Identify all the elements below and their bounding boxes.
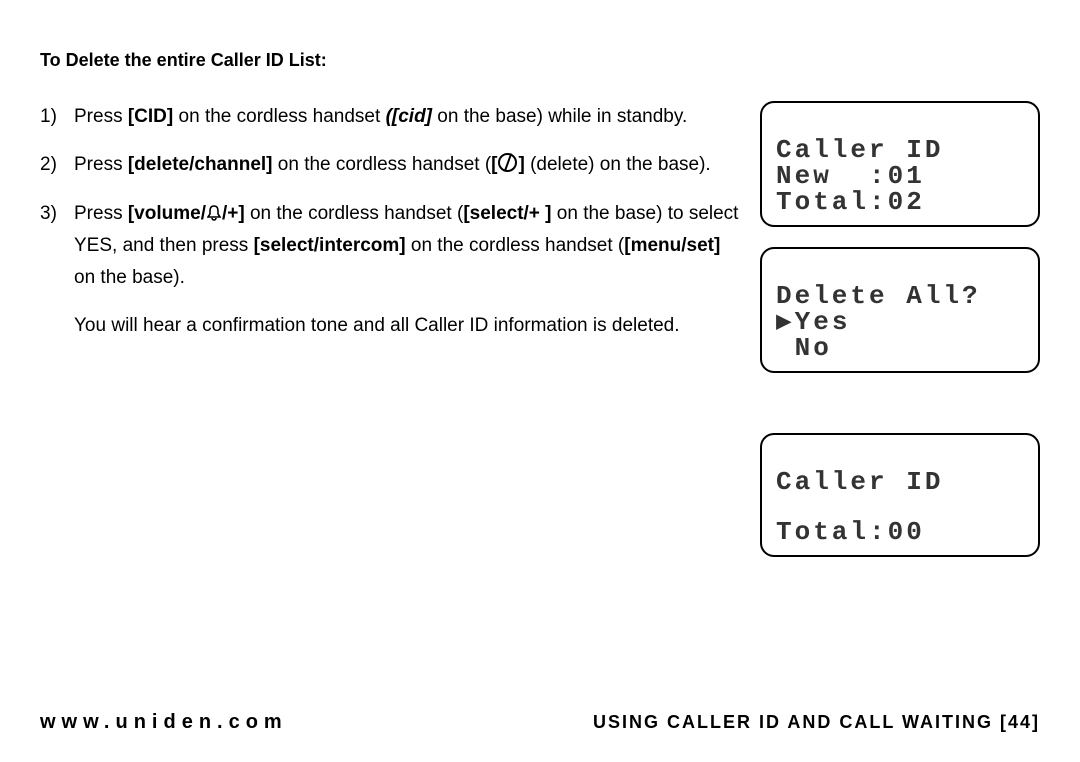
content-row: 1) Press [CID] on the cordless handset (… [40,101,1040,577]
text: on the cordless handset ( [273,154,492,175]
screens-column: Caller ID New :01 Total:02 Delete All? ▶… [740,101,1040,577]
steps-column: 1) Press [CID] on the cordless handset (… [40,101,740,343]
step-number: 1) [40,101,74,133]
key-label: [select/+ ] [463,203,551,224]
text: on the cordless handset [173,106,385,127]
key-label: [volume/ [128,203,206,224]
text: on the cordless handset ( [406,235,625,256]
page-footer: www.uniden.com USING CALLER ID AND CALL … [0,711,1080,734]
lcd-line: Caller ID [776,467,943,497]
step-2: 2) Press [delete/channel] on the cordles… [40,149,740,181]
bell-icon [207,202,221,218]
key-label: [delete/channel] [128,154,273,175]
text: Press [74,106,128,127]
text: (delete) on the base). [525,154,711,175]
lcd-line: No [776,333,832,363]
manual-page: To Delete the entire Caller ID List: 1) … [0,0,1080,762]
lcd-line: Total:02 [776,187,925,217]
lcd-line: Total:00 [776,517,925,547]
step-number: 3) [40,198,74,295]
step-number: 2) [40,149,74,181]
text: on the base). [74,267,185,288]
delete-icon [498,153,517,172]
step-text: Press [volume/ /+] on the cordless handse… [74,198,740,295]
step-text: Press [delete/channel] on the cordless h… [74,149,740,181]
step-text: Press [CID] on the cordless handset ([ci… [74,101,740,133]
lcd-blank-line [776,495,1024,519]
text: Press [74,203,128,224]
key-label: [select/intercom] [254,235,406,256]
key-label: ([cid] [386,106,432,127]
lcd-screen-3: Caller ID Total:00 [760,433,1040,557]
lcd-screen-2: Delete All? ▶Yes No [760,247,1040,373]
key-label: [menu/set] [624,235,720,256]
step-3: 3) Press [volume/ /+] on the cordless han… [40,198,740,295]
footer-section-title: USING CALLER ID AND CALL WAITING [44] [593,712,1040,733]
footer-url: www.uniden.com [40,711,288,734]
section-heading: To Delete the entire Caller ID List: [40,50,1040,71]
text: on the base) while in standby. [432,106,687,127]
lcd-screen-1: Caller ID New :01 Total:02 [760,101,1040,227]
result-text: You will hear a confirmation tone and al… [74,310,740,342]
key-label: /+] [222,203,245,224]
step-1: 1) Press [CID] on the cordless handset (… [40,101,740,133]
text: Press [74,154,128,175]
text: on the cordless handset ( [245,203,464,224]
key-label: [CID] [128,106,173,127]
